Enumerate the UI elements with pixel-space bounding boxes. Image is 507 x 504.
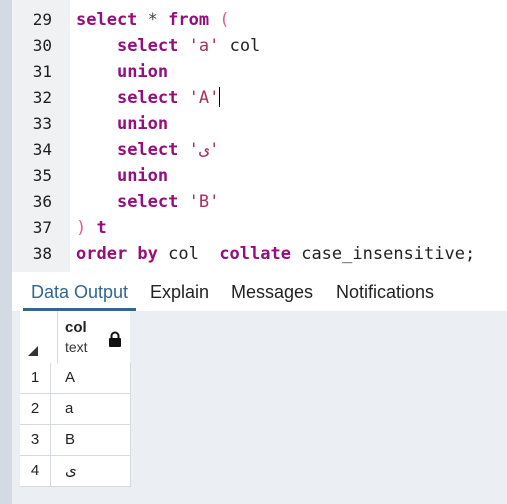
tab-notifications[interactable]: Notifications <box>328 275 442 311</box>
line-number: 36 <box>32 192 52 211</box>
code-text[interactable]: select 'a' col <box>76 33 260 59</box>
code-token: 'A' <box>188 88 220 108</box>
code-token: union <box>116 62 169 82</box>
cell-value[interactable]: B <box>65 425 75 455</box>
code-token: from <box>168 10 210 30</box>
results-tabs: Data Output Explain Messages Notificatio… <box>12 275 507 312</box>
code-text[interactable]: union <box>76 59 168 85</box>
editor-line[interactable]: 31 union <box>12 59 507 85</box>
code-token: collate <box>219 244 291 264</box>
code-text[interactable]: union <box>76 163 168 189</box>
code-text[interactable]: select 'B' <box>76 189 219 215</box>
data-output-grid: col text 1 A 2 a 3 B 4 ی <box>12 311 507 504</box>
column-type: text <box>65 339 88 355</box>
tab-data-output[interactable]: Data Output <box>23 275 137 311</box>
code-token: t <box>86 218 107 238</box>
table-row[interactable]: 2 a <box>20 394 130 425</box>
code-token: ) <box>76 218 87 238</box>
editor-line[interactable]: 37) t <box>12 215 507 241</box>
line-number: 30 <box>32 36 52 55</box>
row-number: 3 <box>20 425 51 455</box>
editor-line[interactable]: 34 select 'ی' <box>12 137 507 163</box>
code-token: col <box>157 244 220 264</box>
cell-value[interactable]: A <box>65 363 75 393</box>
code-token: 'a' <box>188 36 220 56</box>
code-text[interactable]: ) t <box>76 215 107 241</box>
row-number: 1 <box>20 363 51 393</box>
left-panel-edge <box>0 0 12 504</box>
sort-triangle-icon <box>28 346 38 356</box>
row-number: 2 <box>20 394 51 424</box>
code-text[interactable]: select 'A' <box>76 85 221 111</box>
line-number: 34 <box>32 140 52 159</box>
editor-line[interactable]: 33 union <box>12 111 507 137</box>
code-token: 'B' <box>188 192 220 212</box>
line-number: 31 <box>32 62 52 81</box>
tab-explain[interactable]: Explain <box>142 275 217 311</box>
code-token: order by <box>76 244 158 264</box>
line-number: 38 <box>32 244 52 263</box>
editor-line[interactable]: 32 select 'A' <box>12 85 507 111</box>
text-cursor <box>219 87 221 107</box>
code-text[interactable]: select 'ی' <box>76 137 219 163</box>
editor-line[interactable]: 29 select * from ( <box>12 7 507 33</box>
code-token: union <box>116 166 169 186</box>
table-row[interactable]: 1 A <box>20 363 130 394</box>
query-editor[interactable]: 29 select * from (30 select 'a' col 31 uni… <box>12 0 507 272</box>
cell-value[interactable]: a <box>65 394 73 424</box>
editor-line[interactable]: 36 select 'B' <box>12 189 507 215</box>
code-text[interactable]: union <box>76 111 168 137</box>
cell-value[interactable]: ی <box>65 456 77 486</box>
column-header[interactable]: col text <box>20 311 130 364</box>
code-token: select <box>76 10 138 30</box>
row-number: 4 <box>20 456 51 486</box>
table-row[interactable]: 3 B <box>20 425 130 456</box>
line-number: 37 <box>32 218 52 237</box>
tab-messages[interactable]: Messages <box>223 275 321 311</box>
column-name: col <box>65 319 87 336</box>
line-number: 33 <box>32 114 52 133</box>
code-token: case_insensitive; <box>290 244 476 264</box>
lock-icon <box>109 331 121 347</box>
line-number: 32 <box>32 88 52 107</box>
editor-line[interactable]: 35 union <box>12 163 507 189</box>
code-token: 'ی' <box>188 140 220 160</box>
code-token: * <box>147 10 158 30</box>
select-all-corner[interactable] <box>20 311 58 363</box>
code-token: select <box>116 36 179 56</box>
line-number: 29 <box>32 10 52 29</box>
code-text[interactable]: order by col collate case_insensitive; <box>76 241 475 267</box>
code-text[interactable]: select * from ( <box>76 7 230 33</box>
code-token: union <box>116 114 169 134</box>
line-number: 35 <box>32 166 52 185</box>
code-token: select <box>116 140 179 160</box>
editor-line[interactable]: 30 select 'a' col <box>12 33 507 59</box>
code-token: select <box>116 88 179 108</box>
table-row[interactable]: 4 ی <box>20 456 130 487</box>
code-token: ( <box>219 10 230 30</box>
editor-line[interactable]: 38 order by col collate case_insensitive; <box>12 241 507 267</box>
code-token: select <box>116 192 179 212</box>
code-token: col <box>219 36 261 56</box>
table-right-border <box>130 363 131 487</box>
